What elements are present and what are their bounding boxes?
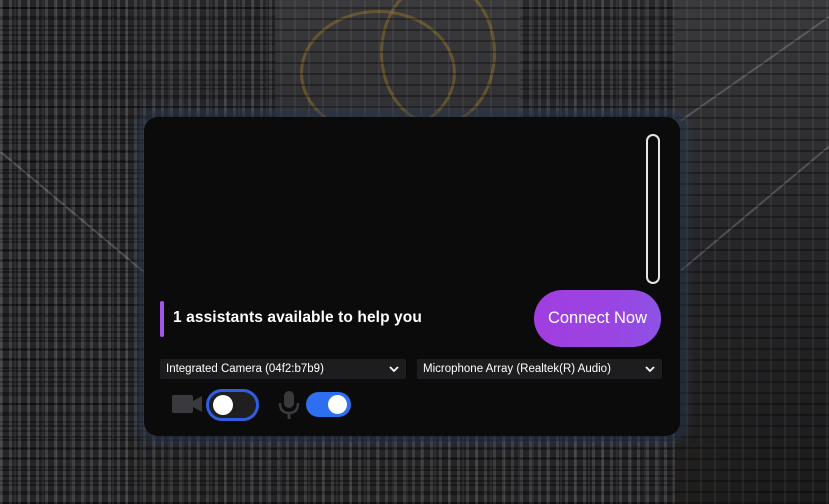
camera-select-value: Integrated Camera (04f2:b7b9): [166, 363, 324, 375]
camera-toggle-knob: [213, 395, 233, 415]
camera-toggle[interactable]: [206, 389, 259, 421]
microphone-icon: [278, 391, 300, 419]
microphone-toggle-knob: [328, 395, 347, 414]
camera-select[interactable]: Integrated Camera (04f2:b7b9): [160, 359, 406, 379]
video-camera-icon: [172, 395, 202, 413]
microphone-select-value: Microphone Array (Realtek(R) Audio): [423, 363, 611, 375]
chevron-down-icon: [645, 366, 655, 373]
assistants-status-text: 1 assistants available to help you: [173, 309, 422, 326]
connect-now-button[interactable]: Connect Now: [534, 290, 661, 347]
microphone-select[interactable]: Microphone Array (Realtek(R) Audio): [417, 359, 662, 379]
status-accent-bar: [160, 301, 164, 337]
microphone-toggle[interactable]: [306, 392, 351, 417]
scrollbar[interactable]: [646, 134, 660, 284]
chevron-down-icon: [389, 366, 399, 373]
